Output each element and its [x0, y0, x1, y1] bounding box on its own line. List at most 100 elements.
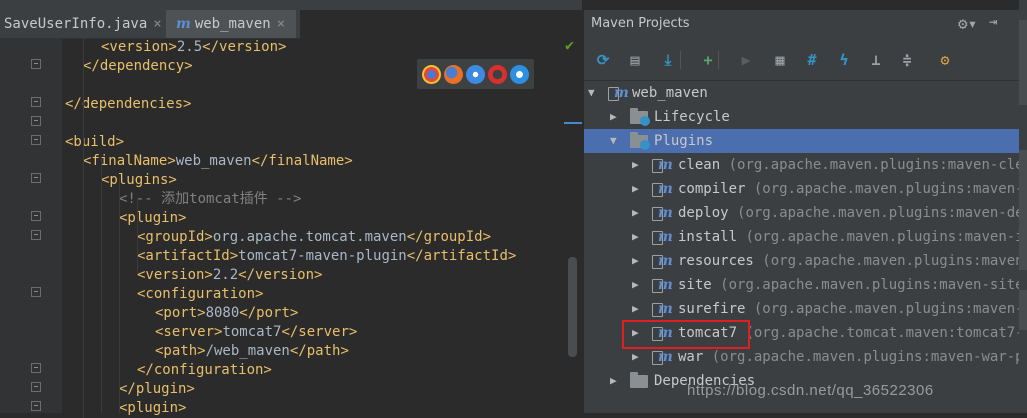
code-line[interactable]: <!-- 添加tomcat插件 --> [119, 190, 301, 209]
code-line[interactable]: </configuration> [137, 361, 272, 380]
tree-item-deploy[interactable]: ▶ m deploy (org.apache.maven.plugins:maven… [584, 201, 1027, 225]
fold-marker[interactable] [31, 401, 41, 411]
xml-text: 2.5 [176, 39, 203, 55]
editor-scrollbar[interactable] [568, 257, 577, 357]
expanded-arrow-icon[interactable]: ▼ [610, 129, 617, 153]
tree-item-name: Plugins [654, 133, 714, 149]
collapsed-arrow-icon[interactable]: ▶ [632, 201, 639, 225]
reimport-icon[interactable]: ⟳ [591, 48, 615, 72]
maven-projects-panel: Maven Projects ⚙▾ ⇥ ⟳ ▤ ⤓ + ▶ ▦ # ϟ ⊥ ≑ ⚙ ▼ m web_ma… [584, 10, 1027, 413]
skip-tests-icon[interactable]: ϟ [832, 48, 856, 72]
fold-marker[interactable] [31, 116, 41, 126]
firefox-icon[interactable] [444, 64, 463, 84]
maven-projects-tool-tab[interactable] [1019, 150, 1027, 270]
hide-panel-icon[interactable]: ⇥ [989, 14, 997, 30]
collapsed-arrow-icon[interactable]: ▶ [610, 105, 617, 129]
ant-tool-tab[interactable] [1019, 290, 1027, 330]
tree-item-web_maven[interactable]: ▼ m web_maven [584, 81, 1019, 105]
add-icon[interactable]: + [696, 48, 720, 72]
tree-item-description: (org.apache.maven.plugins:maven-c [753, 181, 1027, 197]
gear-icon[interactable]: ⚙▾ [958, 14, 977, 33]
execute-goal-icon[interactable]: ▦ [768, 48, 792, 72]
xml-tag: <path> [155, 343, 206, 359]
collapse-all-icon[interactable]: ≑ [895, 48, 919, 72]
code-line[interactable]: <plugin> [119, 209, 186, 228]
browser-preview-popup [417, 59, 534, 89]
toggle-offline-icon[interactable]: # [800, 48, 824, 72]
show-dependencies-icon[interactable]: ⊥ [864, 48, 888, 72]
xml-tag: <build> [65, 134, 125, 150]
fold-marker[interactable] [31, 382, 41, 392]
code-line[interactable]: <finalName>web_maven</finalName> [83, 152, 353, 171]
code-line[interactable]: <plugin> [119, 399, 186, 418]
code-line[interactable]: <version>2.5</version> [101, 38, 286, 57]
code-line[interactable]: </plugin> [119, 380, 195, 399]
tree-item-name: clean [678, 157, 721, 173]
collapsed-arrow-icon[interactable]: ▶ [610, 369, 617, 393]
tab-label: web_maven [194, 16, 271, 32]
tree-item-install[interactable]: ▶ m install (org.apache.maven.plugins:mave… [584, 225, 1027, 249]
database-tool-tab[interactable] [1019, 20, 1027, 105]
tree-item-site[interactable]: ▶ m site (org.apache.maven.plugins:maven-s… [584, 273, 1027, 297]
safari-icon[interactable] [466, 64, 485, 84]
fold-marker[interactable] [31, 135, 41, 145]
code-line[interactable]: </dependency> [83, 57, 193, 76]
tree-item-description: (org.apache.maven.plugins:maven-s [753, 301, 1027, 317]
settings-icon[interactable]: ⚙ [933, 48, 957, 72]
tree-item-description: (org.apache.maven.plugins:maven-clea [728, 157, 1027, 173]
tomcat7-highlight-box [622, 320, 750, 349]
tree-item-surefire[interactable]: ▶ m surefire (org.apache.maven.plugins:mav… [584, 297, 1027, 321]
tab-web-maven[interactable]: m web_maven × [166, 10, 296, 38]
tree-item-lifecycle[interactable]: ▶ Lifecycle [584, 105, 1019, 129]
tree-item-plugins[interactable]: ▼ Plugins [584, 129, 1019, 153]
tree-item-clean[interactable]: ▶ m clean (org.apache.maven.plugins:maven-… [584, 153, 1027, 177]
code-line[interactable]: <port>8080</port> [155, 304, 298, 323]
fold-marker[interactable] [31, 59, 41, 69]
code-line[interactable]: <server>tomcat7</server> [155, 323, 357, 342]
tree-item-compiler[interactable]: ▶ m compiler (org.apache.maven.plugins:mav… [584, 177, 1027, 201]
close-icon[interactable]: × [153, 16, 161, 32]
collapsed-arrow-icon[interactable]: ▶ [632, 177, 639, 201]
opera-icon[interactable] [488, 64, 507, 84]
collapsed-arrow-icon[interactable]: ▶ [632, 153, 639, 177]
code-line[interactable]: <groupId>org.apache.tomcat.maven</groupI… [137, 228, 491, 247]
tree-item-description: (org.apache.maven.plugins:maven- [762, 253, 1027, 269]
tree-item-label: surefire (org.apache.maven.plugins:maven… [678, 297, 1027, 321]
right-tool-strip [1019, 0, 1027, 413]
tree-item-resources[interactable]: ▶ m resources (org.apache.maven.plugins:ma… [584, 249, 1027, 273]
ie-icon[interactable] [510, 64, 529, 84]
collapsed-arrow-icon[interactable]: ▶ [632, 249, 639, 273]
code-editor[interactable]: <version>2.5</version> </dependency> </dep… [62, 38, 582, 418]
plugins-folder-icon [630, 132, 650, 150]
code-line[interactable]: <configuration> [137, 285, 263, 304]
expanded-arrow-icon[interactable]: ▼ [588, 81, 595, 105]
indent-guide [119, 178, 120, 413]
code-line[interactable]: <path>/web_maven</path> [155, 342, 349, 361]
fold-marker[interactable] [31, 287, 41, 297]
xml-tag: </dependency> [83, 58, 193, 74]
code-line[interactable]: <build> [65, 133, 124, 152]
code-line[interactable]: <plugins> [101, 171, 177, 190]
xml-tag: </port> [239, 305, 299, 321]
xml-tag: </groupId> [406, 229, 492, 245]
fold-marker[interactable] [31, 363, 41, 373]
fold-marker[interactable] [31, 230, 41, 240]
maven-plugin-icon: m [652, 277, 673, 293]
fold-marker[interactable] [31, 97, 41, 107]
run-icon[interactable]: ▶ [734, 48, 758, 72]
tab-saveuserinfo[interactable]: SaveUserInfo.java × [0, 10, 164, 38]
chrome-icon[interactable] [422, 64, 441, 84]
collapsed-arrow-icon[interactable]: ▶ [632, 273, 639, 297]
code-line[interactable]: <artifactId>tomcat7-maven-plugin</artifa… [137, 247, 516, 266]
toolbar-divider [718, 51, 719, 69]
download-icon[interactable]: ⤓ [656, 48, 680, 72]
tree-item-name: install [678, 229, 738, 245]
maven-plugin-icon: m [652, 229, 673, 245]
collapsed-arrow-icon[interactable]: ▶ [632, 225, 639, 249]
fold-marker[interactable] [31, 211, 41, 221]
code-line[interactable]: <version>2.2</version> [137, 266, 322, 285]
close-icon[interactable]: × [277, 16, 285, 32]
collapsed-arrow-icon[interactable]: ▶ [632, 297, 639, 321]
fold-marker[interactable] [31, 173, 41, 183]
generate-sources-icon[interactable]: ▤ [623, 48, 647, 72]
